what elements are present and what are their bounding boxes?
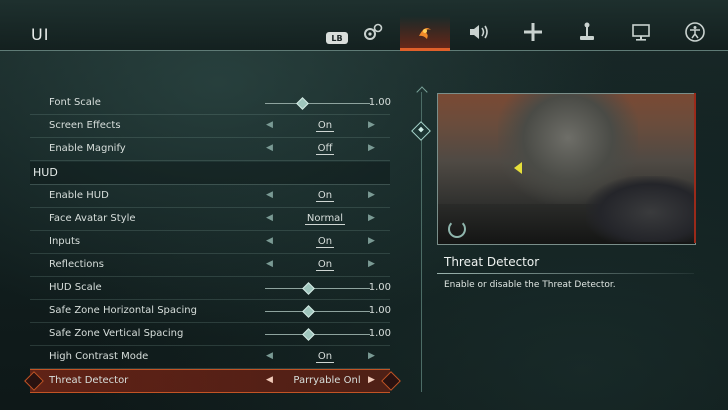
hud-scale-value: 1.00 — [368, 282, 391, 293]
detail-description: Enable or disable the Threat Detector. — [444, 280, 616, 290]
top-bar-divider — [0, 50, 728, 51]
speaker-icon — [470, 25, 488, 39]
setting-label: Enable HUD — [49, 190, 109, 201]
page-title: UI — [31, 25, 50, 44]
setting-value: Normal — [304, 213, 346, 225]
gears-icon — [364, 23, 383, 40]
arrow-left-icon[interactable]: ◀ — [266, 259, 273, 269]
preview-accent — [688, 93, 696, 243]
tab-gameplay[interactable] — [348, 16, 398, 48]
setting-label: Inputs — [49, 236, 81, 247]
arrow-right-icon[interactable]: ▶ — [368, 236, 375, 246]
reload-ring-icon — [448, 220, 466, 238]
safe-h-slider-handle[interactable] — [302, 305, 315, 318]
arrow-right-icon[interactable]: ▶ — [368, 190, 375, 200]
setting-label: Font Scale — [49, 97, 101, 108]
arrow-left-icon[interactable]: ◀ — [266, 120, 273, 130]
setting-font-scale[interactable]: Font Scale 1.00 — [30, 92, 391, 115]
setting-label: Reflections — [49, 259, 104, 270]
setting-hud-scale[interactable]: HUD Scale 1.00 — [30, 277, 391, 300]
threat-marker-icon — [514, 162, 522, 174]
setting-label: Threat Detector — [49, 375, 129, 386]
tab-accessibility[interactable] — [670, 16, 720, 48]
arrow-right-icon[interactable]: ▶ — [368, 351, 375, 361]
arrow-right-icon[interactable]: ▶ — [368, 213, 375, 223]
setting-threat-detector[interactable]: Threat Detector ◀ Parryable Onl ▶ — [24, 369, 401, 393]
accessibility-icon — [685, 22, 705, 42]
detail-title: Threat Detector — [444, 255, 540, 269]
arrow-left-icon[interactable]: ◀ — [266, 351, 273, 361]
section-header-hud: HUD — [30, 162, 390, 185]
safe-v-value: 1.00 — [368, 328, 391, 339]
arrow-right-icon[interactable]: ▶ — [368, 143, 375, 153]
tab-audio[interactable] — [454, 16, 504, 48]
arrow-right-icon[interactable]: ▶ — [368, 259, 375, 269]
setting-enable-hud[interactable]: Enable HUD ◀ On ▶ — [30, 185, 390, 208]
tab-display[interactable] — [616, 16, 666, 48]
ui-emblem-icon — [419, 28, 431, 39]
tab-joystick[interactable] — [562, 16, 612, 48]
safe-v-slider-handle[interactable] — [302, 328, 315, 341]
monitor-icon — [632, 24, 650, 41]
setting-value: On — [315, 190, 335, 202]
section-title: HUD — [33, 166, 58, 179]
arrow-left-icon[interactable]: ◀ — [266, 375, 273, 385]
preview-image — [437, 93, 696, 245]
setting-label: Enable Magnify — [49, 143, 126, 154]
setting-label: Screen Effects — [49, 120, 121, 131]
arrow-left-icon[interactable]: ◀ — [266, 213, 273, 223]
hud-scale-slider-handle[interactable] — [302, 282, 315, 295]
setting-safe-zone-vertical[interactable]: Safe Zone Vertical Spacing 1.00 — [30, 323, 391, 346]
setting-label: Face Avatar Style — [49, 213, 136, 224]
joystick-icon — [580, 22, 594, 40]
arrow-left-icon[interactable]: ◀ — [266, 236, 273, 246]
arrow-right-icon[interactable]: ▶ — [368, 120, 375, 130]
lb-bumper-badge[interactable]: LB — [326, 32, 348, 44]
setting-value: On — [315, 236, 335, 248]
setting-value: On — [315, 120, 335, 132]
setting-value: On — [315, 351, 335, 363]
detail-divider — [437, 273, 694, 274]
setting-inputs[interactable]: Inputs ◀ On ▶ — [30, 231, 390, 254]
arrow-left-icon[interactable]: ◀ — [266, 190, 273, 200]
arrow-left-icon[interactable]: ◀ — [266, 143, 273, 153]
font-scale-slider-handle[interactable] — [296, 97, 309, 110]
setting-face-avatar-style[interactable]: Face Avatar Style ◀ Normal ▶ — [30, 208, 390, 231]
setting-enable-magnify[interactable]: Enable Magnify ◀ Off ▶ — [30, 138, 390, 161]
setting-value: Off — [315, 143, 335, 155]
setting-value: Parryable Onl — [293, 375, 361, 386]
arrow-right-icon[interactable]: ▶ — [368, 375, 375, 385]
setting-value: On — [315, 259, 335, 271]
setting-label: Safe Zone Vertical Spacing — [49, 328, 184, 339]
setting-label: High Contrast Mode — [49, 351, 149, 362]
setting-screen-effects[interactable]: Screen Effects ◀ On ▶ — [30, 115, 390, 138]
setting-safe-zone-horizontal[interactable]: Safe Zone Horizontal Spacing 1.00 — [30, 300, 391, 323]
safe-h-value: 1.00 — [368, 305, 391, 316]
setting-label: Safe Zone Horizontal Spacing — [49, 305, 197, 316]
preview-weapon — [586, 176, 694, 242]
font-scale-value: 1.00 — [368, 97, 391, 108]
setting-high-contrast[interactable]: High Contrast Mode ◀ On ▶ — [30, 346, 390, 369]
tab-controls[interactable] — [508, 16, 558, 48]
setting-label: HUD Scale — [49, 282, 102, 293]
crosshair-plus-icon — [524, 23, 542, 41]
setting-reflections[interactable]: Reflections ◀ On ▶ — [30, 254, 390, 277]
tab-ui[interactable] — [400, 16, 450, 51]
